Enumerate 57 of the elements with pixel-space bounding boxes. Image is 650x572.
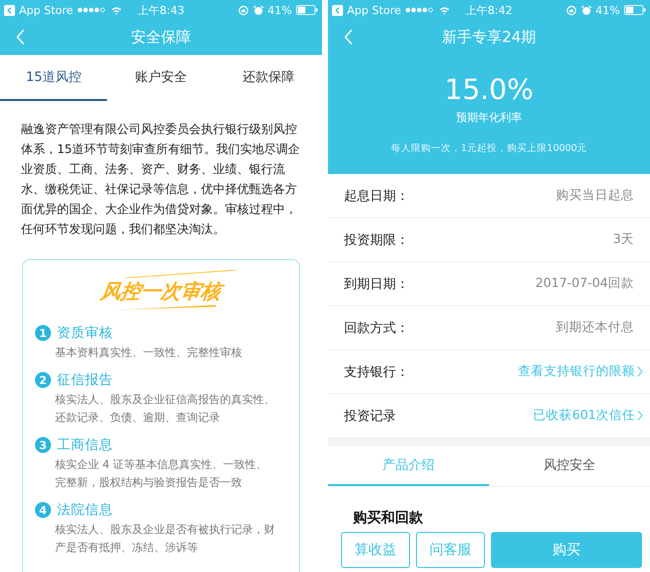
back-app-icon[interactable] [332, 4, 343, 16]
page-title: 安全保障 [131, 28, 191, 47]
intro-paragraph: 融逸资产管理有限公司风控委员会执行银行级别风控体系，15道环节苛刻审查所有细节。我们实地尽调企业资质、工商、法务、资产、财务、业绩、银行流水、缴税凭证、社保记录等信息，优中择优甄选各方面优异的国企、大企业作为借贷对象。审核过程中，任何环节发现问题，我们都坚决淘汰。 [21, 121, 302, 238]
step-number: 1 [35, 325, 51, 341]
detail-value: 到期还本付息 [556, 319, 634, 336]
detail-label: 起息日期： [344, 188, 409, 204]
detail-label: 投资期限： [344, 232, 409, 248]
back-app-link[interactable]: App Store [347, 4, 402, 16]
detail-link[interactable]: 查看支持银行的限额 [518, 363, 643, 380]
battery-percent: 41% [596, 4, 620, 16]
detail-label: 到期日期： [344, 276, 409, 292]
section-heading: 购买和回款 [353, 509, 424, 527]
detail-label: 回款方式： [344, 320, 409, 336]
rate-label: 预期年化利率 [456, 110, 522, 125]
step-number: 2 [35, 372, 51, 388]
page-title: 新手专享24期 [442, 28, 536, 47]
battery-percent: 41% [268, 4, 292, 16]
battery-icon [624, 5, 646, 15]
status-time: 上午8:43 [136, 2, 186, 18]
interest-rate: 15.0% [444, 73, 534, 106]
alarm-icon [580, 4, 592, 16]
detail-value: 3天 [613, 231, 634, 248]
detail-label: 投资记录 [344, 408, 396, 424]
battery-icon [296, 5, 318, 15]
detail-link[interactable]: 已收获601次信任 [533, 407, 643, 424]
back-icon[interactable] [16, 29, 25, 45]
step-title: 资质审核 [57, 324, 113, 342]
action-button[interactable]: 算收益 [341, 532, 410, 568]
status-time: 上午8:42 [464, 2, 514, 18]
step-description: 核实法人、股东及企业是否有被执行记录，财产是否有抵押、冻结、涉诉等 [55, 522, 276, 556]
step-number: 4 [35, 502, 51, 518]
signal-icon [405, 7, 436, 13]
back-icon[interactable] [344, 29, 353, 45]
back-app-icon[interactable] [4, 4, 15, 16]
buy-button[interactable]: 购买 [491, 532, 642, 568]
wifi-icon [439, 4, 450, 16]
step-title: 法院信息 [57, 501, 113, 519]
rotation-lock-icon [238, 4, 249, 16]
alarm-icon [252, 4, 264, 16]
chevron-right-icon [637, 410, 643, 421]
detail-value: 购买当日起息 [556, 187, 634, 204]
chevron-right-icon [637, 366, 643, 377]
step-title: 工商信息 [57, 436, 113, 454]
step-description: 核实法人、股东及企业征信高报告的真实性、还款记录、负债、逾期、查询记录 [55, 392, 276, 426]
rotation-lock-icon [566, 4, 577, 16]
action-button[interactable]: 问客服 [416, 532, 485, 568]
detail-label: 支持银行： [344, 364, 409, 380]
step-number: 3 [35, 437, 51, 453]
detail-value: 2017-07-04回款 [535, 275, 634, 292]
back-app-link[interactable]: App Store [19, 4, 74, 16]
purchase-limits: 每人限购一次，1元起投，购买上限10000元 [390, 142, 588, 155]
step-description: 基本资料真实性、一致性、完整性审核 [55, 345, 243, 361]
wifi-icon [111, 4, 122, 16]
signal-icon [77, 7, 108, 13]
step-description: 核实企业 4 证等基本信息真实性、一致性、完整新，股权结构与验资报告是否一致 [55, 457, 268, 491]
step-title: 征信报告 [57, 371, 113, 389]
card-title: 风控一次审核 [99, 278, 223, 305]
